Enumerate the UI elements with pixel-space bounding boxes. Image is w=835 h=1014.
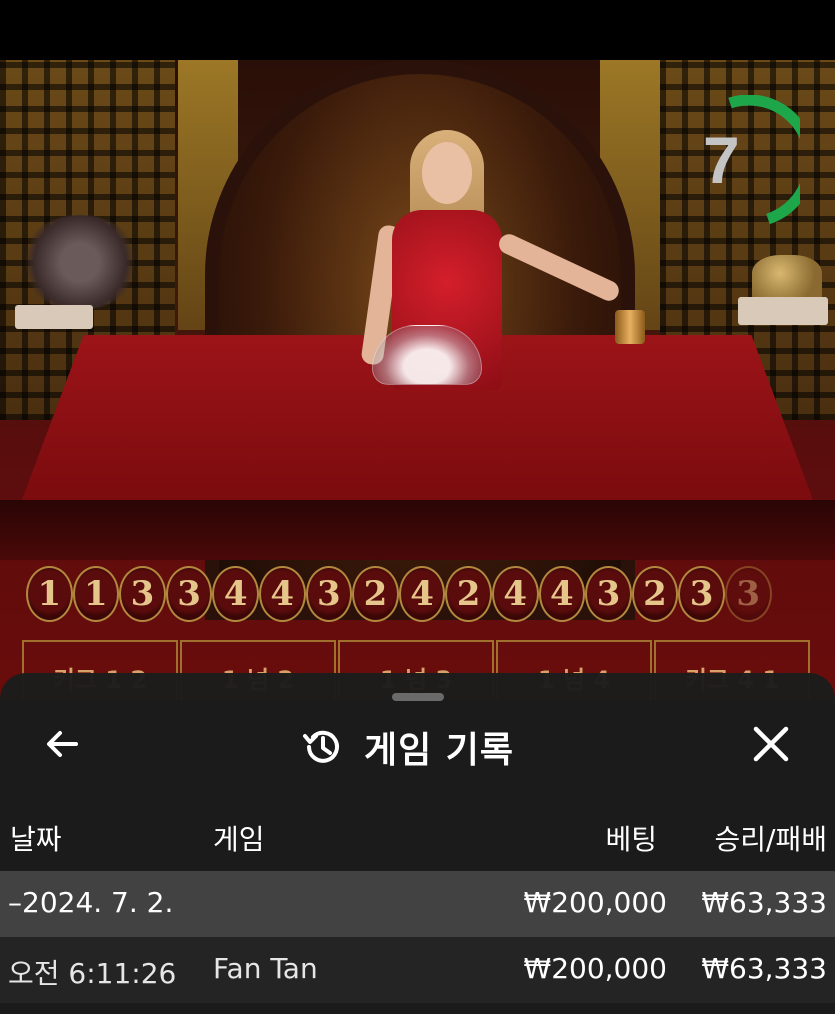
results-history: 1133443242443233 (26, 562, 806, 626)
panel-header: 게임 기록 (300, 723, 514, 771)
back-button[interactable] (40, 721, 86, 767)
dragon-statue (752, 255, 822, 300)
row-bet: ₩200,000 (523, 952, 667, 985)
row-game: Fan Tan (213, 952, 318, 985)
result-bead: 2 (445, 566, 492, 622)
panel-title: 게임 기록 (364, 730, 515, 771)
close-button[interactable] (748, 721, 794, 767)
column-header-win-loss[interactable]: 승리/패배 (715, 818, 827, 858)
column-header-game[interactable]: 게임 (213, 818, 265, 858)
result-bead: 3 (119, 566, 166, 622)
result-bead: 4 (491, 566, 539, 622)
result-bead: 1 (26, 566, 73, 622)
pedestal (738, 297, 828, 325)
status-bar (0, 0, 835, 60)
bead-dome (372, 325, 482, 385)
gold-cup (615, 310, 645, 344)
result-bead: 3 (724, 566, 772, 622)
result-bead: 3 (165, 566, 213, 622)
result-bead: 4 (538, 566, 586, 622)
bonsai-decor (20, 215, 140, 310)
day-group-win-loss: ₩63,333 (701, 886, 827, 919)
table-edge (0, 500, 835, 560)
result-bead: 4 (398, 566, 446, 622)
drag-handle[interactable] (392, 693, 444, 701)
column-header-date[interactable]: 날짜 (10, 818, 62, 858)
result-bead: 4 (212, 566, 259, 622)
history-icon (303, 730, 339, 763)
day-group-date: –2024. 7. 2. (8, 886, 174, 919)
countdown-number: 7 (703, 123, 740, 197)
result-bead: 3 (678, 566, 725, 622)
day-group-bet: ₩200,000 (523, 886, 667, 919)
game-history-panel: 게임 기록 날짜 게임 베팅 승리/패배 –2024. 7. 2. ₩200,0… (0, 673, 835, 1014)
result-bead: 4 (258, 566, 306, 622)
column-header-bet[interactable]: 베팅 (605, 818, 657, 858)
result-bead: 2 (352, 566, 399, 622)
arrow-left-icon (47, 731, 78, 757)
result-bead: 1 (72, 566, 120, 622)
result-bead: 2 (631, 566, 679, 622)
table-row[interactable]: 오전 6:11:26 Fan Tan ₩200,000 ₩63,333 (0, 937, 835, 1003)
pedestal (15, 305, 93, 329)
result-bead: 3 (305, 566, 353, 622)
result-bead: 3 (585, 566, 632, 622)
day-group-row[interactable]: –2024. 7. 2. ₩200,000 ₩63,333 (0, 871, 835, 937)
close-icon (753, 726, 789, 762)
row-time: 오전 6:11:26 (8, 957, 177, 990)
row-win-loss: ₩63,333 (701, 952, 827, 985)
